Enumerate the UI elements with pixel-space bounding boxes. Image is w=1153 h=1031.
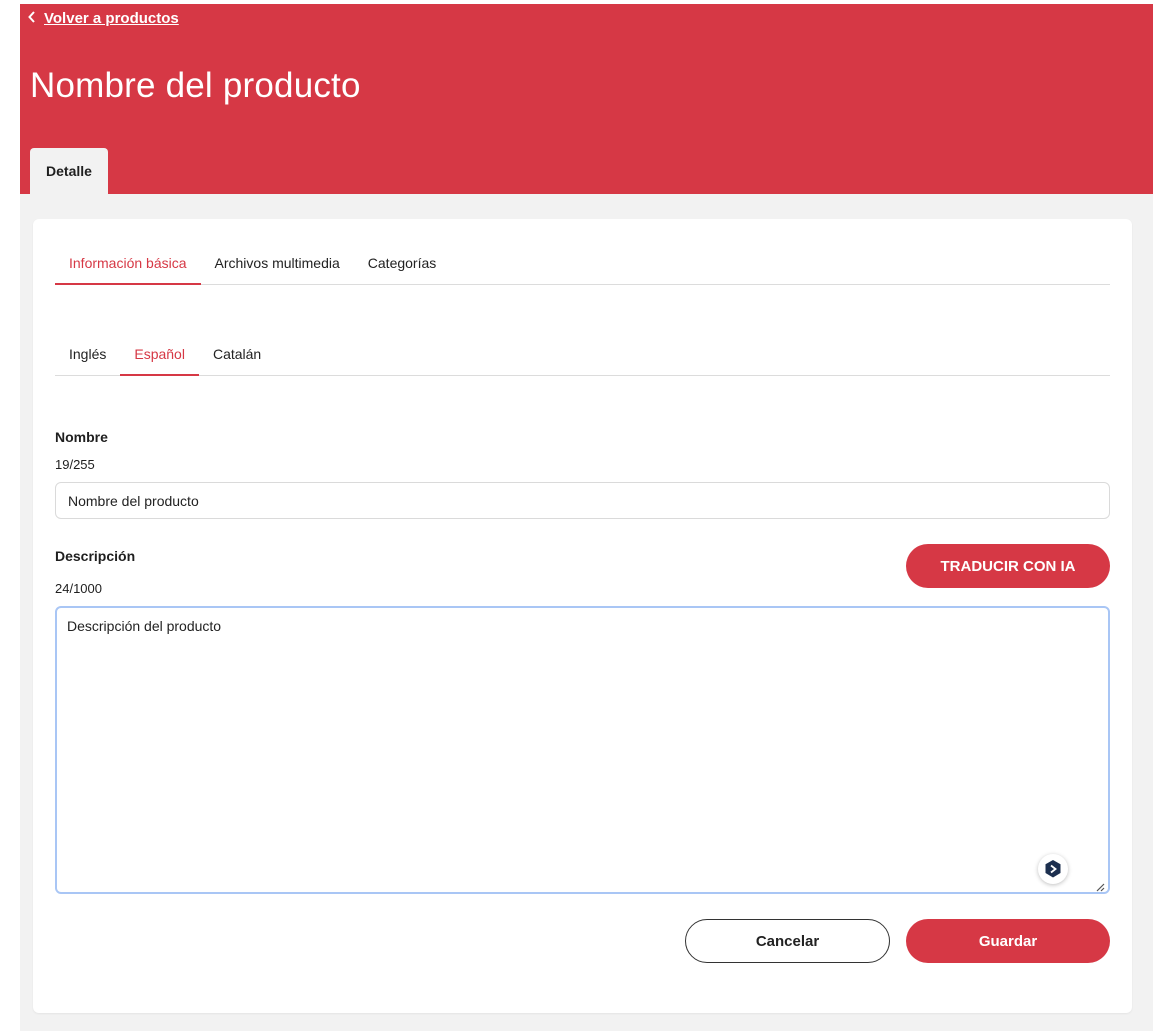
tab-lang-catalan[interactable]: Catalán bbox=[199, 343, 275, 375]
description-counter: 24/1000 bbox=[55, 581, 102, 596]
product-form-card: Información básica Archivos multimedia C… bbox=[33, 219, 1132, 1013]
name-counter: 19/255 bbox=[55, 457, 95, 472]
chevron-left-icon bbox=[28, 10, 36, 27]
description-label: Descripción bbox=[55, 548, 136, 564]
save-button[interactable]: Guardar bbox=[906, 919, 1110, 963]
description-field: Descripción del producto bbox=[55, 606, 1110, 894]
translate-with-ai-button[interactable]: TRADUCIR CON IA bbox=[906, 544, 1110, 588]
ai-assistant-icon[interactable] bbox=[1038, 854, 1068, 884]
description-textarea[interactable]: Descripción del producto bbox=[57, 608, 1108, 892]
back-to-products-link[interactable]: Volver a productos bbox=[28, 10, 179, 27]
tab-informacion-basica[interactable]: Información básica bbox=[55, 255, 201, 285]
tab-lang-ingles[interactable]: Inglés bbox=[55, 343, 120, 375]
name-input[interactable] bbox=[55, 482, 1110, 519]
tab-lang-espanol[interactable]: Español bbox=[120, 343, 199, 376]
tab-detalle[interactable]: Detalle bbox=[30, 148, 108, 194]
resize-handle-icon[interactable] bbox=[1095, 879, 1105, 892]
tab-categorias[interactable]: Categorías bbox=[354, 255, 450, 284]
name-label: Nombre bbox=[55, 429, 108, 445]
cancel-button[interactable]: Cancelar bbox=[685, 919, 890, 963]
tab-archivos-multimedia[interactable]: Archivos multimedia bbox=[201, 255, 354, 284]
language-tabs: Inglés Español Catalán bbox=[55, 343, 1110, 376]
page-title: Nombre del producto bbox=[30, 66, 361, 105]
back-link-label: Volver a productos bbox=[44, 10, 179, 27]
section-tabs: Información básica Archivos multimedia C… bbox=[55, 255, 1110, 285]
